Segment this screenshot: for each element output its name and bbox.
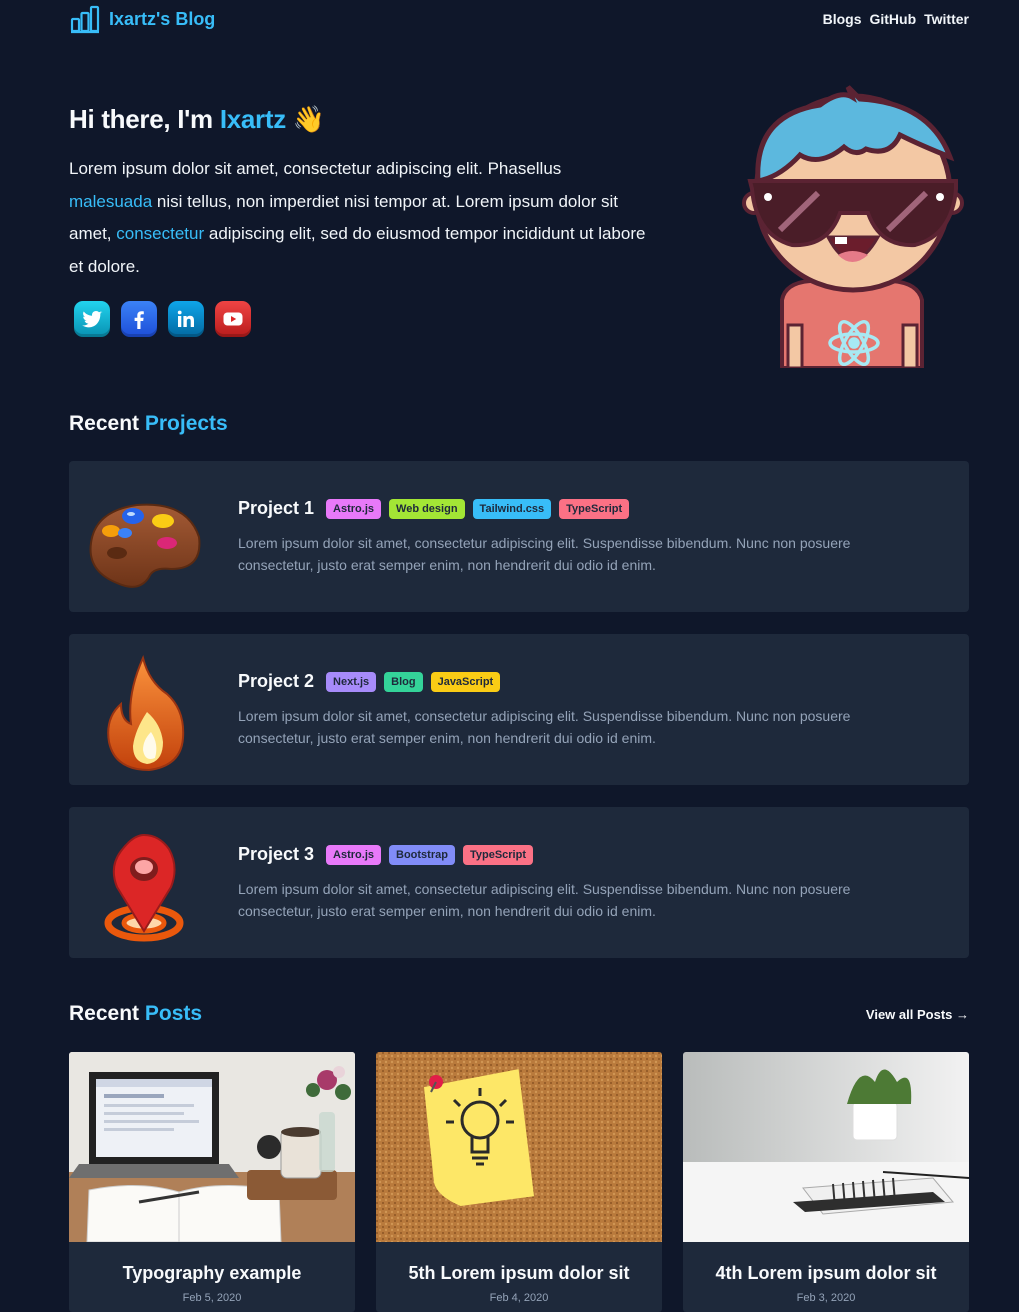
post-date: Feb 5, 2020 — [182, 1292, 242, 1304]
post-title: Typography example — [122, 1263, 302, 1283]
projects-heading-prefix: Recent — [69, 412, 145, 435]
hero-name: Ixartz — [219, 104, 286, 134]
linkedin-icon[interactable] — [168, 301, 204, 337]
post-image-desk-notebook — [683, 1052, 969, 1242]
tag-badge: Web design — [389, 498, 465, 519]
projects-heading-wrap: Recent Projects — [69, 412, 969, 436]
tag-badge: JavaScript — [430, 671, 501, 692]
post-card-3[interactable]: 4th Lorem ipsum dolor sit Feb 3, 2020 — [683, 1052, 969, 1312]
post-card-1[interactable]: Typography example Feb 5, 2020 — [69, 1052, 355, 1312]
hero-text-1: Lorem ipsum dolor sit amet, consectetur … — [69, 159, 562, 178]
facebook-icon[interactable] — [121, 301, 157, 337]
tag-badge: Blog — [384, 671, 423, 692]
brand-name: Ixartz's Blog — [109, 8, 216, 29]
project-2-title-row: Project 2 Next.js Blog JavaScript — [238, 671, 501, 692]
project-description: Lorem ipsum dolor sit amet, consectetur … — [238, 535, 851, 573]
posts-heading-wrap: Recent Posts View all Posts → — [69, 1002, 969, 1026]
avatar-illustration — [742, 85, 964, 368]
map-pin-icon — [104, 833, 184, 942]
post-image-laptop — [69, 1052, 355, 1243]
tag-badge: TypeScript — [559, 498, 630, 519]
tag-badge: TypeScript — [462, 844, 533, 865]
project-1-title-row: Project 1 Astro.js Web design Tailwind.c… — [238, 498, 630, 519]
palette-icon — [89, 503, 201, 588]
top-nav: Ixartz's Blog Blogs GitHub Twitter — [69, 0, 969, 38]
post-image-sticky-note — [376, 1052, 662, 1242]
projects-heading-accent: Projects — [144, 412, 228, 435]
nav-link-github[interactable]: GitHub — [869, 11, 916, 27]
tag-badge: Bootstrap — [389, 844, 455, 865]
nav-link-twitter[interactable]: Twitter — [924, 11, 969, 27]
nav-link-blogs[interactable]: Blogs — [823, 11, 862, 27]
hero-greeting: Hi there, I'm — [69, 104, 220, 134]
post-title: 5th Lorem ipsum dolor sit — [408, 1263, 630, 1283]
hero-link-malesuada[interactable]: malesuada — [69, 192, 152, 211]
nav-links: Blogs GitHub Twitter — [823, 11, 969, 27]
wave-emoji: 👋 — [292, 104, 325, 134]
project-title: Project 1 — [238, 498, 315, 518]
youtube-icon[interactable] — [215, 301, 251, 337]
projects-heading: Recent Projects — [69, 412, 969, 436]
post-title: 4th Lorem ipsum dolor sit — [715, 1263, 937, 1283]
post-card-2[interactable]: 5th Lorem ipsum dolor sit Feb 4, 2020 — [376, 1052, 662, 1312]
tag-badge: Tailwind.css — [472, 498, 552, 519]
view-all-posts-link[interactable]: View all Posts → — [866, 1007, 969, 1022]
project-card-2[interactable]: Project 2 Next.js Blog JavaScript Lorem … — [69, 634, 969, 785]
hero-link-consectetur[interactable]: consectetur — [116, 224, 204, 243]
brand-link[interactable]: Ixartz's Blog — [69, 3, 215, 35]
post-date: Feb 3, 2020 — [796, 1292, 856, 1304]
posts-heading: Recent Posts — [69, 1002, 202, 1026]
project-title: Project 2 — [238, 671, 315, 691]
project-title: Project 3 — [238, 844, 315, 864]
project-description: Lorem ipsum dolor sit amet, consectetur … — [238, 881, 851, 919]
posts-heading-accent: Posts — [144, 1002, 203, 1025]
twitter-icon[interactable] — [74, 301, 110, 337]
posts-heading-prefix: Recent — [69, 1002, 145, 1025]
tag-badge: Astro.js — [326, 498, 382, 519]
project-card-3[interactable]: Project 3 Astro.js Bootstrap TypeScript … — [69, 807, 969, 958]
bar-chart-icon — [70, 5, 100, 34]
tag-badge: Next.js — [326, 671, 377, 692]
hero-intro: Lorem ipsum dolor sit amet, consectetur … — [69, 153, 649, 283]
project-3-title-row: Project 3 Astro.js Bootstrap TypeScript — [238, 844, 533, 865]
project-card-1[interactable]: Project 1 Astro.js Web design Tailwind.c… — [69, 461, 969, 612]
post-date: Feb 4, 2020 — [489, 1292, 549, 1304]
tag-badge: Astro.js — [326, 844, 382, 865]
fire-icon — [107, 654, 185, 772]
project-description: Lorem ipsum dolor sit amet, consectetur … — [238, 708, 851, 746]
